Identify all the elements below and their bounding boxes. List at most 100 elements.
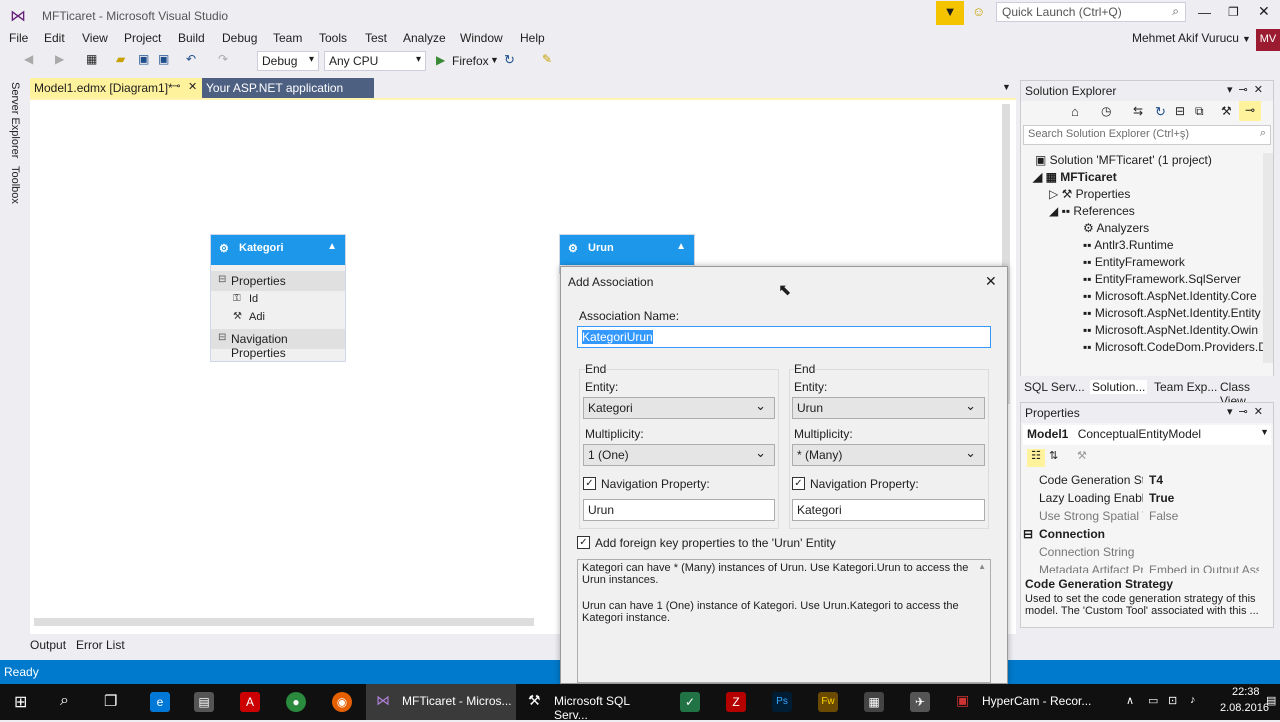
property-value[interactable]: True: [1149, 491, 1259, 505]
tree-item-reference[interactable]: ▪▪ Microsoft.AspNet.Identity.Entity: [1083, 306, 1261, 320]
entity-select-right[interactable]: Urun: [792, 397, 985, 419]
close-button[interactable]: ✕: [1258, 3, 1270, 20]
browser-dropdown-icon[interactable]: ▼: [490, 55, 499, 65]
menu-analyze[interactable]: Analyze: [403, 31, 446, 45]
user-name[interactable]: Mehmet Akif Vurucu: [1132, 31, 1239, 45]
taskbar-app-sql-server[interactable]: ⚒ Microsoft SQL Serv...: [520, 684, 664, 722]
tree-item-properties[interactable]: ▷ ⚒ Properties: [1049, 187, 1130, 201]
config-select[interactable]: Debug: [257, 51, 319, 71]
tab-close-icon[interactable]: ✕: [188, 80, 197, 93]
nav-property-input-right[interactable]: Kategori: [792, 499, 985, 521]
filter-icon[interactable]: ▼: [936, 1, 964, 25]
multiplicity-select-right[interactable]: * (Many): [792, 444, 985, 466]
undo-icon[interactable]: ↶: [186, 52, 196, 70]
property-row[interactable]: Lazy Loading Enablec True: [1021, 489, 1261, 507]
sort-alpha-icon[interactable]: ⇅: [1049, 449, 1058, 462]
maximize-button[interactable]: ❐: [1228, 5, 1239, 19]
search-icon[interactable]: ⌕: [60, 692, 69, 710]
object-selector[interactable]: Model1 ConceptualEntityModel ▼: [1023, 425, 1271, 445]
excel-icon[interactable]: ✓: [680, 692, 700, 712]
foreign-key-checkbox[interactable]: ✓: [577, 536, 590, 549]
browser-link-icon[interactable]: ✎: [542, 52, 552, 66]
new-project-icon[interactable]: ▦: [86, 52, 97, 70]
navigation-section[interactable]: ⊟ Navigation Properties: [211, 329, 345, 360]
property-value[interactable]: False: [1149, 509, 1259, 523]
network-tool-icon[interactable]: ✈: [910, 692, 930, 712]
menu-team[interactable]: Team: [273, 31, 302, 45]
tab-output[interactable]: Output: [30, 638, 66, 652]
tree-item-reference[interactable]: ▪▪ Microsoft.CodeDom.Providers.D: [1083, 340, 1267, 354]
property-pages-icon[interactable]: ⚒: [1077, 449, 1087, 462]
history-icon[interactable]: ◷: [1101, 104, 1111, 118]
tree-item-reference[interactable]: ▪▪ Microsoft.AspNet.Identity.Core: [1083, 289, 1257, 303]
expand-arrow-icon[interactable]: ◢: [1049, 204, 1062, 218]
tree-item-solution[interactable]: ▣ Solution 'MFTicaret' (1 project): [1035, 153, 1212, 167]
network-icon[interactable]: ⊡: [1168, 694, 1177, 707]
copy-icon[interactable]: ⧉: [1195, 104, 1204, 119]
property-category[interactable]: ⊟ Connection: [1021, 525, 1261, 543]
panel-controls-icon[interactable]: ▾⊸✕: [1227, 405, 1269, 418]
property-row[interactable]: ⚒ Adi: [211, 309, 345, 327]
tree-item-project[interactable]: ◢ ▦ MFTicaret: [1033, 170, 1117, 184]
expand-arrow-icon[interactable]: ◢: [1033, 170, 1046, 184]
entity-select-left[interactable]: Kategori: [583, 397, 775, 419]
calculator-icon[interactable]: ▦: [864, 692, 884, 712]
refresh-icon[interactable]: ↻: [504, 52, 515, 68]
categorized-icon[interactable]: ☷: [1027, 449, 1045, 467]
feedback-smiley-icon[interactable]: ☺: [972, 4, 985, 19]
save-icon[interactable]: ▣: [138, 52, 149, 70]
dialog-close-icon[interactable]: ✕: [985, 273, 997, 290]
menu-build[interactable]: Build: [178, 31, 205, 45]
collapse-box-icon[interactable]: ⊟: [1023, 527, 1033, 541]
redo-icon[interactable]: ↷: [218, 52, 228, 70]
home-icon[interactable]: ⌂: [1071, 104, 1079, 119]
back-icon[interactable]: ◀: [24, 52, 33, 70]
menu-file[interactable]: File: [9, 31, 28, 45]
nav-property-checkbox-left[interactable]: ✓: [583, 477, 596, 490]
nav-property-input-left[interactable]: Urun: [583, 499, 775, 521]
tab-error-list[interactable]: Error List: [76, 638, 125, 652]
collapse-box-icon[interactable]: ⊟: [218, 332, 226, 343]
platform-select[interactable]: Any CPU: [324, 51, 426, 71]
tree-item-analyzers[interactable]: ⚙ Analyzers: [1083, 221, 1149, 235]
sync-icon[interactable]: ⇆: [1133, 104, 1143, 118]
horizontal-scrollbar[interactable]: [34, 618, 534, 626]
property-row[interactable]: Code Generation Stra T4: [1021, 471, 1261, 489]
photoshop-icon[interactable]: Ps: [772, 692, 792, 712]
menu-help[interactable]: Help: [520, 31, 545, 45]
property-row[interactable]: Use Strong Spatial Ty False: [1021, 507, 1261, 525]
menu-window[interactable]: Window: [460, 31, 503, 45]
tree-item-reference[interactable]: ▪▪ Microsoft.AspNet.Identity.Owin: [1083, 323, 1258, 337]
association-name-input[interactable]: KategoriUrun: [577, 326, 991, 348]
tree-item-references[interactable]: ◢ ▪▪ References: [1049, 204, 1135, 218]
start-debug-icon[interactable]: ▶: [436, 53, 445, 67]
property-row[interactable]: Metadata Artifact Prc Embed in Output Ass…: [1021, 561, 1261, 573]
toolbox-tab[interactable]: Toolbox: [9, 166, 21, 204]
entity-header[interactable]: ⚙ Urun ▲: [560, 235, 694, 265]
notifications-icon[interactable]: ▤: [1266, 694, 1276, 707]
task-view-icon[interactable]: ❐: [104, 692, 117, 710]
chrome-icon[interactable]: ●: [286, 692, 306, 712]
collapse-chevron-icon[interactable]: ▲: [327, 241, 337, 252]
preview-icon[interactable]: ⊸: [1239, 101, 1261, 121]
forward-icon[interactable]: ▶: [55, 52, 64, 70]
collapse-box-icon[interactable]: ⊟: [218, 274, 226, 285]
firefox-icon[interactable]: ◉: [332, 692, 352, 712]
menu-edit[interactable]: Edit: [44, 31, 65, 45]
quick-launch-input[interactable]: Quick Launch (Ctrl+Q) ⌕: [996, 2, 1186, 22]
menu-debug[interactable]: Debug: [222, 31, 257, 45]
tree-item-reference[interactable]: ▪▪ EntityFramework: [1083, 255, 1185, 269]
clock-date[interactable]: 2.08.2016: [1220, 702, 1269, 714]
acrobat-icon[interactable]: A: [240, 692, 260, 712]
entity-header[interactable]: ⚙ Kategori ▲: [211, 235, 345, 265]
tab-sql-server[interactable]: SQL Serv...: [1024, 380, 1085, 394]
property-row[interactable]: Connection String: [1021, 543, 1261, 561]
entity-kategori[interactable]: ⚙ Kategori ▲ ⊟ Properties ⚿ Id ⚒ Adi ⊟ Nav…: [210, 234, 346, 362]
volume-icon[interactable]: ♪: [1190, 694, 1196, 706]
server-explorer-tab[interactable]: Server Explorer: [9, 82, 21, 158]
solution-tree-vscrollbar[interactable]: [1263, 153, 1273, 363]
pin-icon[interactable]: ⊸: [172, 81, 180, 92]
tab-solution[interactable]: Solution...: [1090, 380, 1148, 394]
menu-test[interactable]: Test: [365, 31, 387, 45]
tab-overflow-icon[interactable]: ▼: [1002, 82, 1011, 92]
